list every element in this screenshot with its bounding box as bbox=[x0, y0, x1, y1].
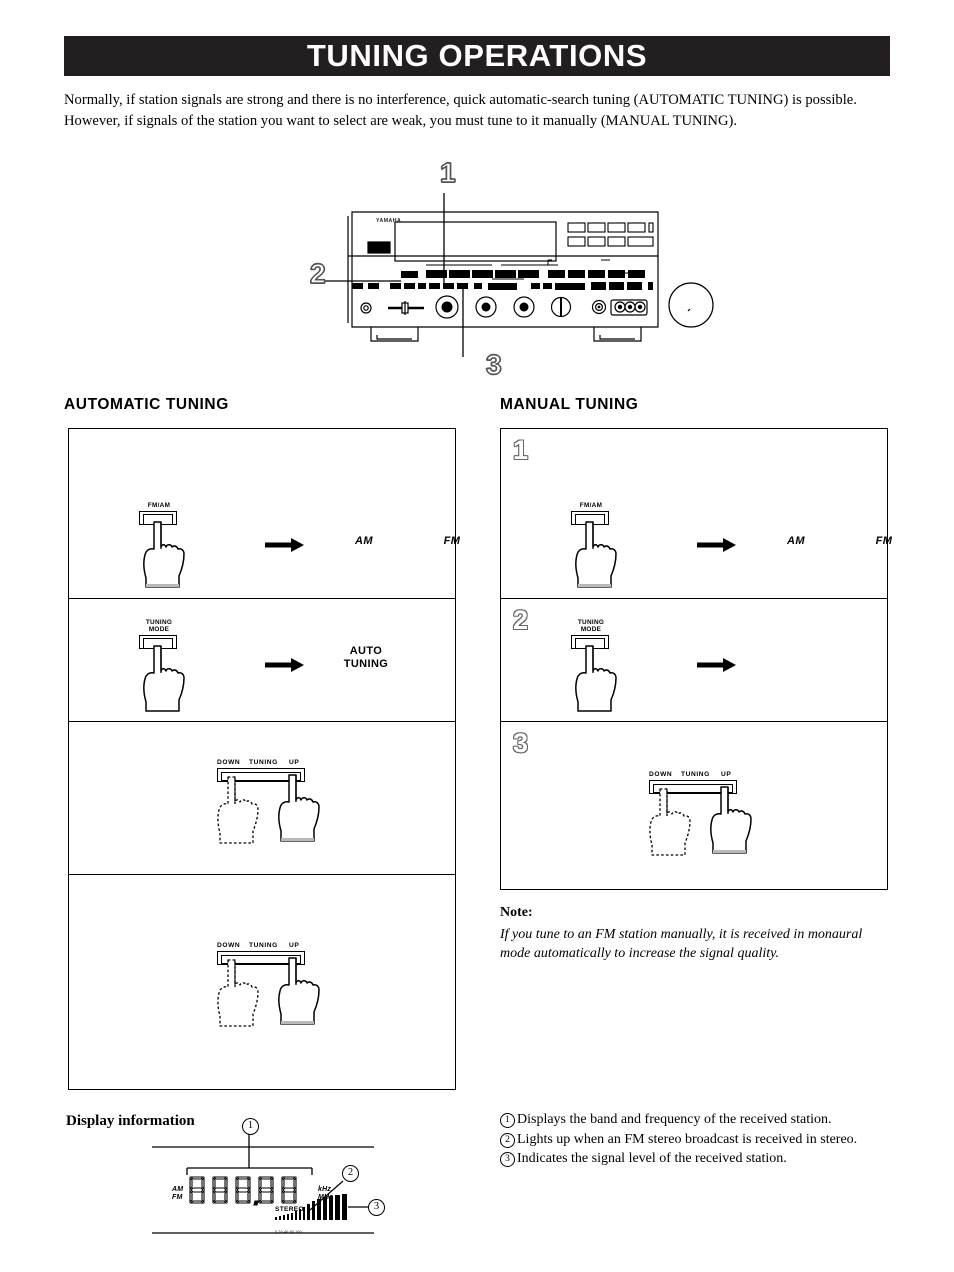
page-title-bar: TUNING OPERATIONS bbox=[64, 36, 890, 76]
receiver-svg: YAMAHA bbox=[314, 193, 714, 357]
auto-step2-button-group[interactable]: TUNING MODE bbox=[135, 619, 205, 714]
display-marker-1: 1 bbox=[242, 1118, 259, 1135]
pointing-hand-icon bbox=[278, 774, 320, 842]
fm-am-button-label: FM/AM bbox=[147, 502, 171, 509]
manual-step1-button-group[interactable]: FM/AM bbox=[567, 502, 637, 592]
pointing-hand-icon bbox=[143, 521, 185, 588]
legend-text-2: Lights up when an FM stereo broadcast is… bbox=[517, 1131, 858, 1147]
display-marker-3: 3 bbox=[368, 1199, 385, 1216]
page-title: TUNING OPERATIONS bbox=[306, 38, 648, 73]
fm-am-button-label: FM/AM bbox=[579, 502, 603, 509]
intro-paragraph: Normally, if station signals are strong … bbox=[64, 92, 857, 129]
automatic-tuning-heading: AUTOMATIC TUNING bbox=[64, 396, 229, 413]
tuning-up-label: UP bbox=[289, 759, 300, 766]
receiver-illustration: YAMAHA 1 2 3 bbox=[296, 155, 726, 390]
manual-step3-number: 3 bbox=[513, 728, 529, 758]
auto-step4-tuning-bar-group[interactable]: DOWN TUNING UP bbox=[217, 942, 327, 1052]
note-body: If you tune to an FM station manually, i… bbox=[500, 927, 863, 961]
manual-step2-number: 2 bbox=[513, 605, 529, 635]
tuning-mid-label: TUNING bbox=[249, 759, 278, 766]
tuning-mode-button-label-line2: MODE bbox=[148, 626, 170, 633]
legend-item-3: 3 Indicates the signal level of the rece… bbox=[500, 1149, 890, 1169]
lcd-band-fm-label: FM bbox=[172, 1194, 183, 1201]
signal-meter-scale: 0 20 40 60 100 bbox=[275, 1230, 302, 1234]
display-information-figure: 1 AM FM kHz MHz STEREO 0 20 40 60 100 2 … bbox=[130, 1110, 390, 1245]
legend-item-2: 2 Lights up when an FM stereo broadcast … bbox=[500, 1130, 890, 1150]
manual-step-2: 2 TUNING MODE bbox=[501, 599, 887, 722]
manual-step2-button-group[interactable]: TUNING MODE bbox=[567, 619, 637, 714]
manual-step-1: 1 FM/AM AM FM bbox=[501, 429, 892, 599]
manual-step1-result-fm: FM bbox=[875, 535, 893, 547]
auto-step2-result-line2: TUNING bbox=[343, 658, 389, 670]
auto-step3-tuning-bar-group[interactable]: DOWN TUNING UP bbox=[217, 759, 327, 869]
pointing-hand-icon bbox=[278, 957, 320, 1025]
manual-step2-arrow-icon bbox=[697, 658, 736, 672]
automatic-tuning-steps: FM/AM AM FM TUNING MODE AUTO TUNING DOWN… bbox=[68, 428, 460, 1090]
manual-tuning-heading: MANUAL TUNING bbox=[500, 396, 639, 413]
auto-step2-result-line1: AUTO bbox=[349, 645, 383, 657]
tuning-mid-label: TUNING bbox=[249, 942, 278, 949]
auto-step-1: FM/AM AM FM bbox=[69, 429, 460, 599]
receiver-callout-1: 1 bbox=[439, 157, 456, 188]
tuning-mode-button-label-line2: MODE bbox=[580, 626, 602, 633]
tuning-mid-label: TUNING bbox=[681, 771, 710, 778]
manual-tuning-steps: 1 FM/AM AM FM 2 TUNING MODE 3 DOWN TUNIN… bbox=[500, 428, 892, 891]
manual-step-3: 3 DOWN TUNING UP bbox=[501, 722, 887, 891]
receiver-callout-2: 2 bbox=[309, 258, 326, 289]
auto-step-2: TUNING MODE AUTO TUNING bbox=[69, 599, 455, 722]
note-heading: Note: bbox=[500, 905, 533, 920]
tuning-down-label: DOWN bbox=[217, 942, 241, 949]
display-information-legend: 1 Displays the band and frequency of the… bbox=[500, 1110, 890, 1169]
document-page: TUNING OPERATIONS Normally, if station s… bbox=[0, 0, 954, 1272]
lcd-unit-khz-label: kHz bbox=[318, 1186, 332, 1193]
auto-step2-arrow-icon bbox=[265, 658, 304, 672]
legend-text-3: Indicates the signal level of the receiv… bbox=[517, 1151, 787, 1166]
lcd-band-am-label: AM bbox=[172, 1186, 184, 1193]
display-marker-2: 2 bbox=[342, 1165, 359, 1182]
auto-step-4: DOWN TUNING UP bbox=[69, 875, 455, 1088]
lcd-unit-mhz-label: MHz bbox=[318, 1194, 333, 1201]
pointing-hand-ghost-icon bbox=[217, 776, 259, 844]
auto-step1-button-group[interactable]: FM/AM bbox=[135, 502, 205, 592]
manual-step1-number: 1 bbox=[513, 435, 529, 465]
tuning-down-label: DOWN bbox=[217, 759, 241, 766]
legend-marker-3: 3 bbox=[500, 1152, 515, 1167]
pointing-hand-icon bbox=[575, 521, 617, 588]
auto-step-3: DOWN TUNING UP bbox=[69, 722, 455, 875]
pointing-hand-icon bbox=[710, 786, 752, 854]
receiver-brand-logo: YAMAHA bbox=[376, 218, 401, 224]
lcd-stereo-indicator: STEREO bbox=[275, 1206, 304, 1213]
manual-step3-tuning-bar-group[interactable]: DOWN TUNING UP bbox=[649, 771, 759, 881]
tuning-up-label: UP bbox=[721, 771, 732, 778]
pointing-hand-icon bbox=[143, 645, 185, 712]
legend-item-1: 1 Displays the band and frequency of the… bbox=[500, 1110, 890, 1130]
pointing-hand-icon bbox=[575, 645, 617, 712]
pointing-hand-ghost-icon bbox=[217, 959, 259, 1027]
tuning-up-label: UP bbox=[289, 942, 300, 949]
pointing-hand-ghost-icon bbox=[649, 788, 691, 856]
legend-text-1: Displays the band and frequency of the r… bbox=[517, 1112, 832, 1127]
tuning-down-label: DOWN bbox=[649, 771, 673, 778]
receiver-callout-3: 3 bbox=[485, 349, 502, 380]
legend-marker-2: 2 bbox=[500, 1132, 515, 1148]
legend-marker-1: 1 bbox=[500, 1113, 515, 1128]
